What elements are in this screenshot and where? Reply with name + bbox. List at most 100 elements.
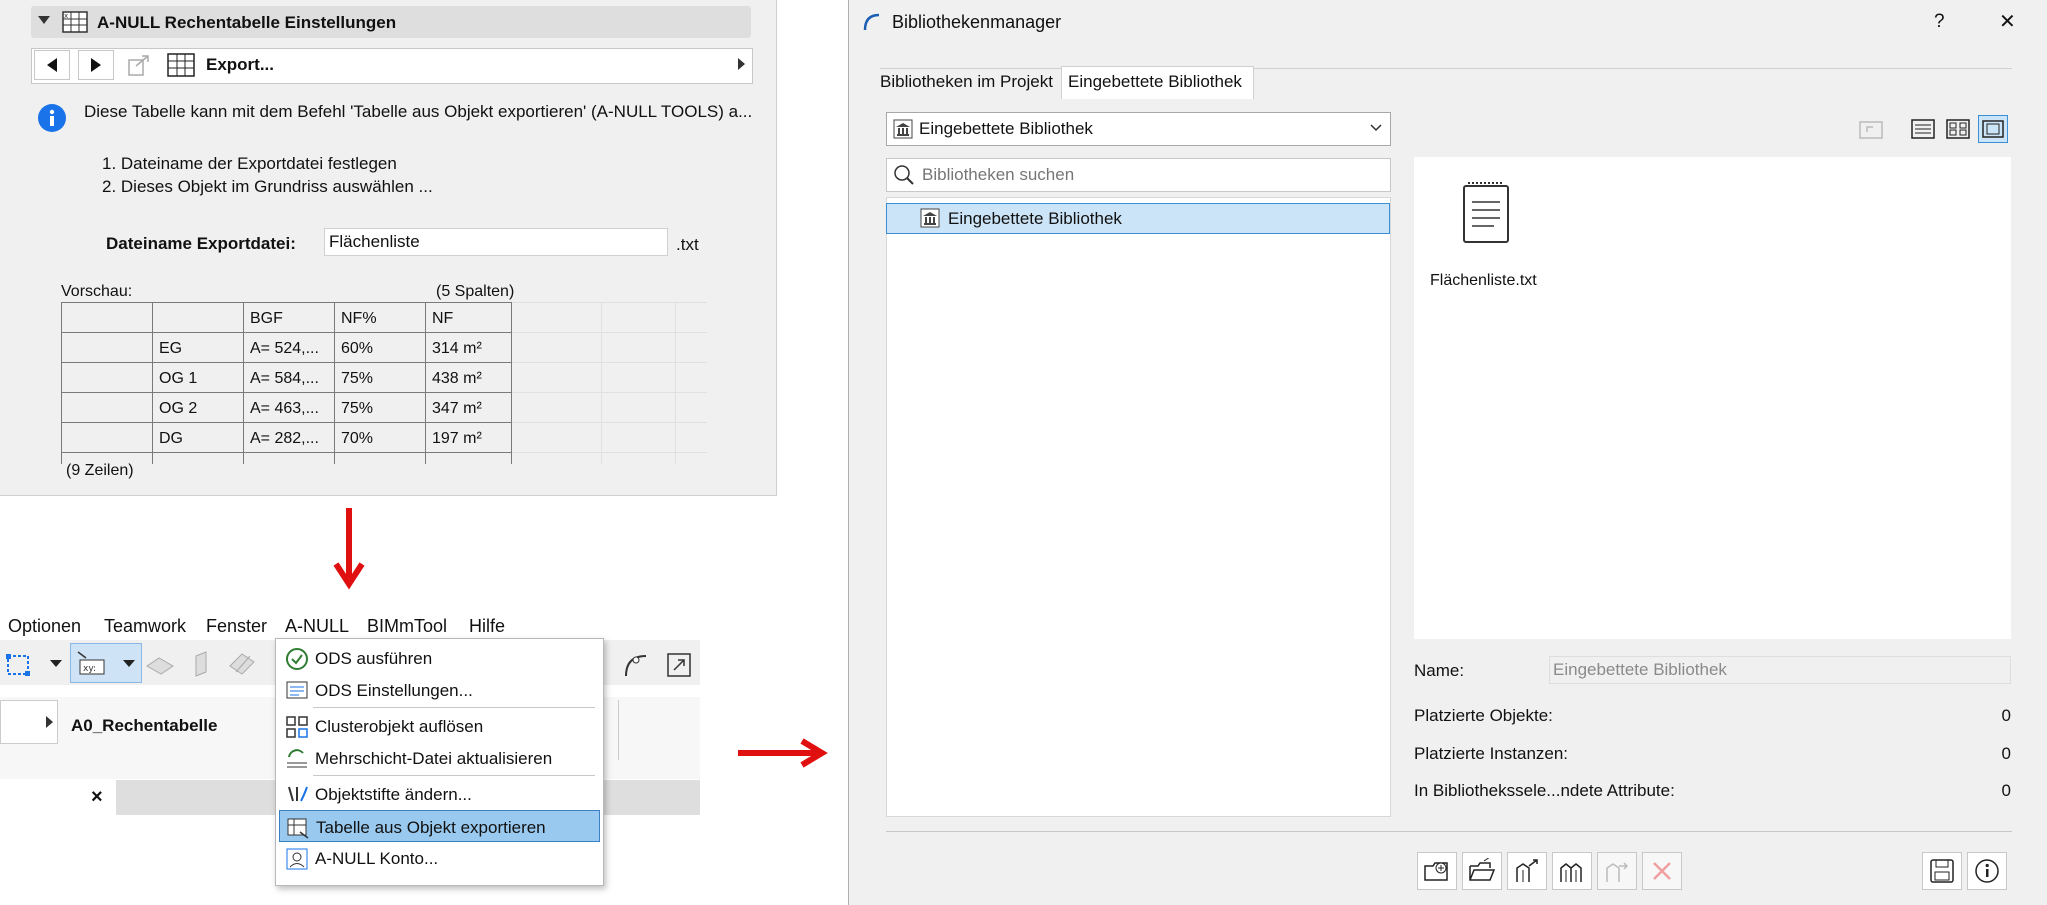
table-header-cell: NF bbox=[432, 310, 454, 327]
table-cell: A= 463,... bbox=[250, 400, 319, 417]
menu-item-ods-ausfuehren[interactable]: ODS ausführen bbox=[276, 642, 603, 674]
selection-tool-icon[interactable] bbox=[4, 650, 34, 680]
grid-view-icon bbox=[1946, 119, 1970, 139]
roof-tool-icon[interactable] bbox=[228, 650, 256, 678]
menu-teamwork[interactable]: Teamwork bbox=[104, 616, 186, 637]
previous-button[interactable] bbox=[34, 50, 70, 80]
app-logo-icon bbox=[863, 13, 880, 31]
cluster-icon bbox=[286, 716, 308, 738]
add-library-button[interactable] bbox=[1417, 852, 1457, 890]
slab-tool-icon[interactable] bbox=[145, 652, 175, 678]
menu-item-mehrschicht[interactable]: Mehrschicht-Datei aktualisieren bbox=[276, 742, 603, 774]
tab-bibliotheken-im-projekt[interactable]: Bibliotheken im Projekt bbox=[880, 72, 1053, 92]
menu-item-a-null-konto[interactable]: A-NULL Konto... bbox=[276, 842, 603, 874]
chevron-down-icon[interactable] bbox=[1370, 124, 1382, 132]
move-object-icon bbox=[1606, 862, 1629, 882]
chevron-right-icon[interactable] bbox=[46, 716, 54, 728]
save-button[interactable] bbox=[1922, 852, 1962, 890]
folder-up-icon[interactable] bbox=[1858, 116, 1886, 142]
table-grid-icon bbox=[167, 53, 195, 77]
attributes-value: 0 bbox=[2001, 781, 2011, 800]
dropdown-arrow-icon[interactable] bbox=[50, 660, 62, 668]
export-object-icon bbox=[1516, 859, 1538, 882]
menu-optionen[interactable]: Optionen bbox=[8, 616, 81, 637]
table-cell: 70% bbox=[341, 430, 373, 447]
calculation-table-icon: x bbox=[62, 11, 88, 33]
collapse-arrow-icon[interactable] bbox=[38, 16, 50, 26]
chevron-right-icon[interactable] bbox=[738, 58, 746, 70]
name-label: Name: bbox=[1414, 661, 1465, 680]
menu-item-label: Objektstifte ändern... bbox=[315, 785, 472, 804]
file-name[interactable]: Flächenliste.txt bbox=[1430, 272, 1537, 290]
instruction-step-2: 2. Dieses Objekt im Grundriss auswählen … bbox=[102, 177, 433, 196]
name-value: Eingebettete Bibliothek bbox=[1553, 660, 1727, 679]
search-placeholder: Bibliotheken suchen bbox=[922, 165, 1075, 184]
close-button[interactable]: ✕ bbox=[1999, 9, 2016, 34]
export-object-button[interactable] bbox=[1507, 852, 1547, 890]
placed-instances-value: 0 bbox=[2001, 744, 2011, 763]
preview-view-icon bbox=[1982, 120, 2004, 138]
open-library-button[interactable] bbox=[1462, 852, 1502, 890]
ods-settings-icon bbox=[286, 681, 308, 699]
menu-bimmtool[interactable]: BIMmTool bbox=[367, 616, 447, 637]
xy-coordinate-icon: xy: bbox=[77, 651, 105, 675]
menu-fenster[interactable]: Fenster bbox=[206, 616, 267, 637]
filename-label: Dateiname Exportdatei: bbox=[106, 234, 296, 253]
triangle-right-icon bbox=[91, 58, 101, 72]
a-null-menu-dropdown: ODS ausführen ODS Einstellungen... Clust… bbox=[275, 638, 604, 886]
table-export-icon bbox=[287, 818, 309, 839]
library-tree bbox=[886, 197, 1391, 817]
help-button[interactable]: ? bbox=[1934, 11, 1945, 33]
preview-view-button[interactable] bbox=[1978, 115, 2008, 143]
menu-item-label: Tabelle aus Objekt exportieren bbox=[316, 818, 546, 837]
text-file-icon[interactable] bbox=[1460, 180, 1512, 248]
folder-open-icon bbox=[1469, 858, 1496, 881]
library-icon bbox=[893, 119, 913, 139]
export-dropdown-label[interactable]: Export... bbox=[206, 55, 274, 75]
placed-objects-label: Platzierte Objekte: bbox=[1414, 706, 1553, 725]
filename-extension: .txt bbox=[676, 235, 699, 254]
next-button[interactable] bbox=[78, 50, 114, 80]
placed-instances-label: Platzierte Instanzen: bbox=[1414, 744, 1569, 763]
menu-item-label: ODS ausführen bbox=[315, 649, 433, 668]
menu-item-objektstifte[interactable]: Objektstifte ändern... bbox=[276, 778, 603, 810]
dropdown-arrow-icon[interactable] bbox=[123, 660, 135, 668]
list-view-button[interactable] bbox=[1908, 115, 1938, 143]
wall-tool-icon[interactable] bbox=[192, 650, 212, 678]
manage-objects-button[interactable] bbox=[1552, 852, 1592, 890]
info-button[interactable] bbox=[1967, 852, 2007, 890]
menu-item-label: Clusterobjekt auflösen bbox=[315, 717, 484, 736]
table-cell: 438 m² bbox=[432, 370, 482, 387]
menu-item-label: A-NULL Konto... bbox=[315, 849, 439, 868]
menu-item-clusterobjekt[interactable]: Clusterobjekt auflösen bbox=[276, 710, 603, 742]
export-arrow-icon[interactable] bbox=[126, 52, 152, 78]
menu-item-tabelle-exportieren[interactable]: Tabelle aus Objekt exportieren bbox=[279, 810, 600, 842]
table-cell: 197 m² bbox=[432, 430, 482, 447]
grid-view-button[interactable] bbox=[1943, 115, 1973, 143]
table-header-cell: NF% bbox=[341, 310, 377, 327]
table-cell: DG bbox=[159, 430, 183, 447]
move-object-button[interactable] bbox=[1597, 852, 1637, 890]
resize-tool-icon[interactable] bbox=[664, 650, 694, 680]
filename-input[interactable]: Flächenliste bbox=[324, 228, 668, 256]
ods-run-icon bbox=[286, 648, 308, 670]
menu-separator bbox=[313, 775, 595, 776]
table-cell: A= 524,... bbox=[250, 340, 319, 357]
menu-a-null[interactable]: A-NULL bbox=[285, 616, 349, 637]
menu-item-ods-einstellungen[interactable]: ODS Einstellungen... bbox=[276, 674, 603, 706]
table-cell: A= 584,... bbox=[250, 370, 319, 387]
close-tab-button[interactable]: × bbox=[91, 786, 103, 809]
arc-tool-icon[interactable] bbox=[620, 650, 650, 680]
columns-count: (5 Spalten) bbox=[436, 283, 515, 300]
add-library-icon bbox=[1424, 862, 1448, 881]
info-icon bbox=[38, 104, 66, 132]
menu-hilfe[interactable]: Hilfe bbox=[469, 616, 505, 637]
preview-table: BGF NF% NF EG A= 524,... 60% 314 m² OG 1 A= 584,… bbox=[61, 302, 707, 464]
delete-button[interactable] bbox=[1642, 852, 1682, 890]
table-cell: OG 1 bbox=[159, 370, 197, 387]
save-icon bbox=[1930, 859, 1954, 883]
preview-label: Vorschau: bbox=[61, 283, 133, 300]
settings-title: A-NULL Rechentabelle Einstellungen bbox=[97, 13, 397, 32]
objects-icon bbox=[1560, 863, 1582, 882]
arrow-down-icon bbox=[333, 508, 365, 590]
